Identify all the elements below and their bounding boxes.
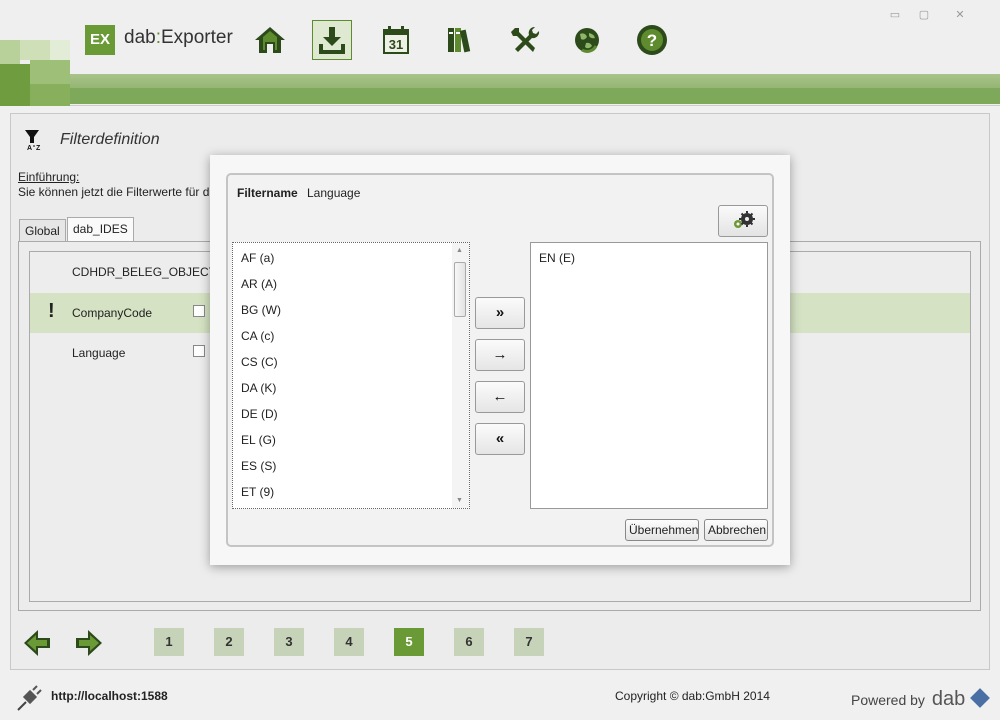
page-button-4[interactable]: 4 xyxy=(334,628,364,656)
help-icon[interactable]: ? xyxy=(632,20,672,60)
filter-row-label: CompanyCode xyxy=(72,306,153,320)
copyright: Copyright © dab:GmbH 2014 xyxy=(615,689,770,703)
page-button-2[interactable]: 2 xyxy=(214,628,244,656)
filtername-label: Filtername xyxy=(237,186,298,200)
scroll-up-icon[interactable]: ▲ xyxy=(456,247,463,254)
filter-checkbox[interactable] xyxy=(193,345,205,357)
decorative-pixels xyxy=(0,40,70,106)
list-item[interactable]: AR (A) xyxy=(241,277,277,291)
minimize-button[interactable]: ▭ xyxy=(887,9,903,21)
forward-arrow-icon[interactable] xyxy=(72,628,104,658)
list-item[interactable]: EN (E) xyxy=(539,251,575,265)
page-button-5[interactable]: 5 xyxy=(394,628,424,656)
intro-text: Einführung: Sie können jetzt die Filterw… xyxy=(18,170,209,200)
logo-name: Exporter xyxy=(160,27,233,48)
plug-icon xyxy=(16,682,46,712)
calendar-day: 31 xyxy=(389,37,403,52)
page-button-6[interactable]: 6 xyxy=(454,628,484,656)
globe-icon[interactable] xyxy=(568,20,608,60)
intro-heading: Einführung: xyxy=(18,170,80,184)
header-band-lower xyxy=(70,88,1000,104)
cancel-button[interactable]: Abbrechen xyxy=(704,519,768,541)
list-item[interactable]: EL (G) xyxy=(241,433,276,447)
logo-text: dab:Exporter xyxy=(124,27,233,49)
list-item[interactable]: CS (C) xyxy=(241,355,278,369)
scroll-down-icon[interactable]: ▼ xyxy=(456,497,463,504)
list-item[interactable]: BG (W) xyxy=(241,303,281,317)
restore-button[interactable]: ▢ xyxy=(916,9,932,21)
powered-by: Powered by dab xyxy=(851,688,990,711)
scrollbar-thumb[interactable] xyxy=(454,262,466,317)
page-title: Filterdefinition xyxy=(60,131,160,148)
remove-button[interactable]: ← xyxy=(475,381,525,413)
selected-values-list[interactable]: EN (E) xyxy=(530,242,768,509)
list-item[interactable]: ES (S) xyxy=(241,459,276,473)
calendar-icon[interactable]: 31 xyxy=(376,20,416,60)
svg-text:Z: Z xyxy=(36,145,41,151)
available-values-list[interactable]: AF (a) AR (A) BG (W) CA (c) CS (C) DA (K… xyxy=(232,242,470,509)
download-icon[interactable] xyxy=(312,20,352,60)
page-button-3[interactable]: 3 xyxy=(274,628,304,656)
svg-text:A: A xyxy=(27,145,32,151)
filter-sort-icon: AZ xyxy=(24,129,46,152)
list-item[interactable]: AF (a) xyxy=(241,251,274,265)
tools-icon[interactable] xyxy=(505,20,545,60)
back-arrow-icon[interactable] xyxy=(22,628,54,658)
page-button-7[interactable]: 7 xyxy=(514,628,544,656)
home-icon[interactable] xyxy=(250,20,290,60)
gears-icon xyxy=(734,211,755,228)
filter-row-label: CDHDR_BELEG_OBJECTID xyxy=(72,265,229,279)
tab-global[interactable]: Global xyxy=(19,219,66,241)
list-item[interactable]: CA (c) xyxy=(241,329,274,343)
page-button-1[interactable]: 1 xyxy=(154,628,184,656)
logo-badge: EX xyxy=(85,25,115,55)
svg-text:?: ? xyxy=(647,31,657,50)
app-header: EX dab:Exporter 31 ? ▭ ▢ ✕ xyxy=(0,0,1000,106)
powered-brand: dab xyxy=(931,688,966,710)
dab-logo-icon xyxy=(970,688,990,708)
server-url: http://localhost:1588 xyxy=(51,689,168,703)
filtername-value: Language xyxy=(307,186,361,200)
list-item[interactable]: ET (9) xyxy=(241,485,274,499)
list-item[interactable]: DA (K) xyxy=(241,381,276,395)
scrollbar[interactable]: ▲ ▼ xyxy=(452,243,469,508)
powered-by-label: Powered by xyxy=(851,692,925,708)
add-button[interactable]: → xyxy=(475,339,525,371)
list-item[interactable]: DE (D) xyxy=(241,407,278,421)
filter-checkbox[interactable] xyxy=(193,305,205,317)
warning-mark: ! xyxy=(48,300,55,322)
settings-button[interactable] xyxy=(718,205,768,237)
close-button[interactable]: ✕ xyxy=(952,9,968,21)
remove-all-button[interactable]: « xyxy=(475,423,525,455)
library-icon[interactable] xyxy=(440,20,480,60)
apply-button[interactable]: Übernehmen xyxy=(625,519,699,541)
logo-prefix: dab xyxy=(124,27,156,48)
intro-body: Sie können jetzt die Filterwerte für d xyxy=(18,185,210,199)
filter-row-label: Language xyxy=(72,346,126,360)
add-all-button[interactable]: » xyxy=(475,297,525,329)
tab-dab-ides[interactable]: dab_IDES xyxy=(67,217,134,241)
